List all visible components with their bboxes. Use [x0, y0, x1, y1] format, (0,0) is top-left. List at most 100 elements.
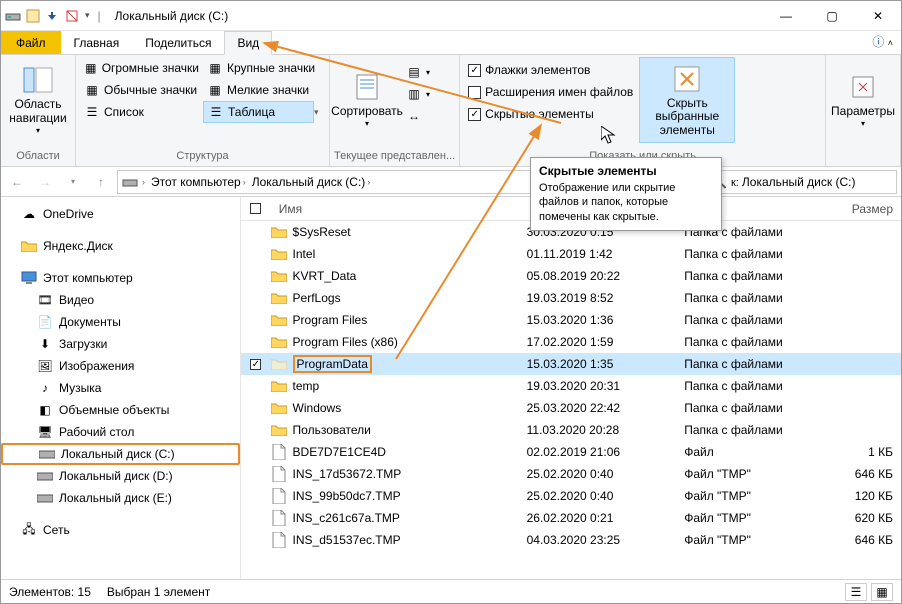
table-row[interactable]: Program Files (x86)17.02.2020 1:59Папка … [241, 331, 901, 353]
file-list[interactable]: Имя Дата изменения Тип Размер $SysReset3… [241, 197, 901, 579]
nav-pane-button[interactable]: Область навигации ▾ [5, 57, 71, 143]
medium-icons-icon: ▦ [84, 82, 100, 98]
documents-icon: 📄 [37, 314, 53, 330]
layout-large-icons[interactable]: ▦Крупные значки [203, 57, 326, 79]
pc-icon [21, 270, 37, 286]
folder-icon [271, 312, 287, 328]
layout-list[interactable]: ☰Список [80, 101, 203, 123]
sidebar-item-desktop[interactable]: 🖥Рабочий стол [1, 421, 240, 443]
crumb-drive[interactable]: Локальный диск (C:) › [250, 175, 373, 189]
options-icon [847, 71, 879, 103]
folder-icon [271, 422, 287, 438]
qat-redo-icon[interactable] [65, 8, 81, 24]
layout-small-icons[interactable]: ▦Мелкие значки [203, 79, 326, 101]
table-row[interactable]: Program Files15.03.2020 1:36Папка с файл… [241, 309, 901, 331]
sidebar-item-drive-e[interactable]: Локальный диск (E:) [1, 487, 240, 509]
sidebar-item-pictures[interactable]: 🖼Изображения [1, 355, 240, 377]
search-input[interactable]: 🔍 к: Локальный диск (C:) [707, 170, 897, 194]
sidebar-item-drive-c[interactable]: Локальный диск (C:) [1, 443, 240, 465]
table-row[interactable]: Пользователи11.03.2020 20:28Папка с файл… [241, 419, 901, 441]
checkbox-checked-icon: ✓ [468, 64, 481, 77]
layout-medium-icons[interactable]: ▦Обычные значки [80, 79, 203, 101]
sidebar-item-thispc[interactable]: Этот компьютер [1, 267, 240, 289]
table-row[interactable]: INS_99b50dc7.TMP25.02.2020 0:40Файл "TMP… [241, 485, 901, 507]
back-button[interactable]: ← [5, 170, 29, 194]
file-name: INS_d51537ec.TMP [293, 533, 401, 547]
sidebar-item-drive-d[interactable]: Локальный диск (D:) [1, 465, 240, 487]
nav-tree[interactable]: ☁OneDrive Яндекс.Диск Этот компьютер 🎞Ви… [1, 197, 241, 579]
group-label-options [830, 148, 896, 164]
sidebar-item-music[interactable]: ♪Музыка [1, 377, 240, 399]
file-name: $SysReset [293, 225, 351, 239]
hide-selected-button[interactable]: Скрыть выбранные элементы [639, 57, 735, 143]
network-icon: 🖧 [21, 522, 37, 538]
pictures-icon: 🖼 [37, 358, 53, 374]
sidebar-item-onedrive[interactable]: ☁OneDrive [1, 203, 240, 225]
sidebar-item-yadisk[interactable]: Яндекс.Диск [1, 235, 240, 257]
sidebar-item-network[interactable]: 🖧Сеть [1, 519, 240, 541]
row-checkbox-icon[interactable]: ✓ [250, 359, 261, 370]
qat-undo-icon[interactable] [45, 8, 61, 24]
sidebar-item-videos[interactable]: 🎞Видео [1, 289, 240, 311]
file-type: Файл [684, 445, 822, 459]
table-row[interactable]: INS_c261c67a.TMP26.02.2020 0:21Файл "TMP… [241, 507, 901, 529]
col-name[interactable]: Имя [271, 202, 527, 216]
minimize-button[interactable]: — [763, 1, 809, 31]
table-row[interactable]: Windows25.03.2020 22:42Папка с файлами [241, 397, 901, 419]
up-button[interactable]: ↑ [89, 170, 113, 194]
item-checkboxes-toggle[interactable]: ✓Флажки элементов [464, 59, 637, 81]
table-row[interactable]: KVRT_Data 05.08.2019 20:22Папка с файлами [241, 265, 901, 287]
sort-button[interactable]: Сортировать ▾ [334, 57, 400, 143]
folder-icon [271, 378, 287, 394]
table-row[interactable]: ✓ProgramData15.03.2020 1:35Папка с файла… [241, 353, 901, 375]
table-row[interactable]: BDE7D7E1CE4D02.02.2019 21:06Файл1 КБ [241, 441, 901, 463]
table-row[interactable]: INS_17d53672.TMP25.02.2020 0:40Файл "TMP… [241, 463, 901, 485]
file-type: Папка с файлами [684, 313, 822, 327]
titlebar: ▾ | Локальный диск (C:) — ▢ ✕ [1, 1, 901, 31]
tab-file[interactable]: Файл [1, 31, 61, 54]
hidden-items-toggle[interactable]: ✓Скрытые элементы [464, 103, 637, 125]
file-type: Папка с файлами [684, 269, 822, 283]
qat-dropdown-icon[interactable]: ▾ [85, 10, 90, 21]
col-size[interactable]: Размер [822, 202, 901, 216]
file-date: 05.08.2019 20:22 [527, 269, 685, 283]
size-columns-button[interactable]: ↔ [402, 105, 434, 127]
table-row[interactable]: Intel01.11.2019 1:42Папка с файлами [241, 243, 901, 265]
layout-details[interactable]: ☰Таблица [203, 101, 314, 123]
recent-dropdown[interactable]: ▾ [61, 170, 85, 194]
addcol-icon: ▥ [406, 86, 422, 102]
cloud-icon: ☁ [21, 206, 37, 222]
layout-huge-icons[interactable]: ▦Огромные значки [80, 57, 203, 79]
options-button[interactable]: Параметры ▾ [830, 57, 896, 143]
drive-icon [37, 468, 53, 484]
file-name: KVRT_Data [293, 269, 357, 283]
maximize-button[interactable]: ▢ [809, 1, 855, 31]
sidebar-item-downloads[interactable]: ⬇Загрузки [1, 333, 240, 355]
table-row[interactable]: temp19.03.2020 20:31Папка с файлами [241, 375, 901, 397]
forward-button[interactable]: → [33, 170, 57, 194]
add-columns-button[interactable]: ▥▾ [402, 83, 434, 105]
sidebar-item-documents[interactable]: 📄Документы [1, 311, 240, 333]
crumb-thispc[interactable]: Этот компьютер › [149, 175, 248, 189]
tab-share[interactable]: Поделиться [132, 31, 224, 54]
file-icon [271, 444, 287, 460]
file-name: INS_c261c67a.TMP [293, 511, 400, 525]
details-view-button[interactable]: ☰ [845, 583, 867, 601]
thumbs-view-button[interactable]: ▦ [871, 583, 893, 601]
close-button[interactable]: ✕ [855, 1, 901, 31]
table-row[interactable]: INS_d51537ec.TMP04.03.2020 23:25Файл "TM… [241, 529, 901, 551]
file-extensions-toggle[interactable]: Расширения имен файлов [464, 81, 637, 103]
table-row[interactable]: PerfLogs19.03.2019 8:52Папка с файлами [241, 287, 901, 309]
tab-view[interactable]: Вид [224, 31, 272, 55]
select-all-checkbox[interactable] [250, 203, 261, 214]
tab-home[interactable]: Главная [61, 31, 133, 54]
file-name: Пользователи [293, 423, 371, 437]
qat-save-icon[interactable] [25, 8, 41, 24]
help-icon[interactable]: ⓘ ˄ [864, 29, 901, 54]
sidebar-item-3dobjects[interactable]: ◧Объемные объекты [1, 399, 240, 421]
sort-icon [351, 71, 383, 103]
huge-icons-icon: ▦ [84, 60, 98, 76]
file-name: temp [293, 379, 320, 393]
group-by-button[interactable]: ▤▾ [402, 61, 434, 83]
file-type: Папка с файлами [684, 247, 822, 261]
